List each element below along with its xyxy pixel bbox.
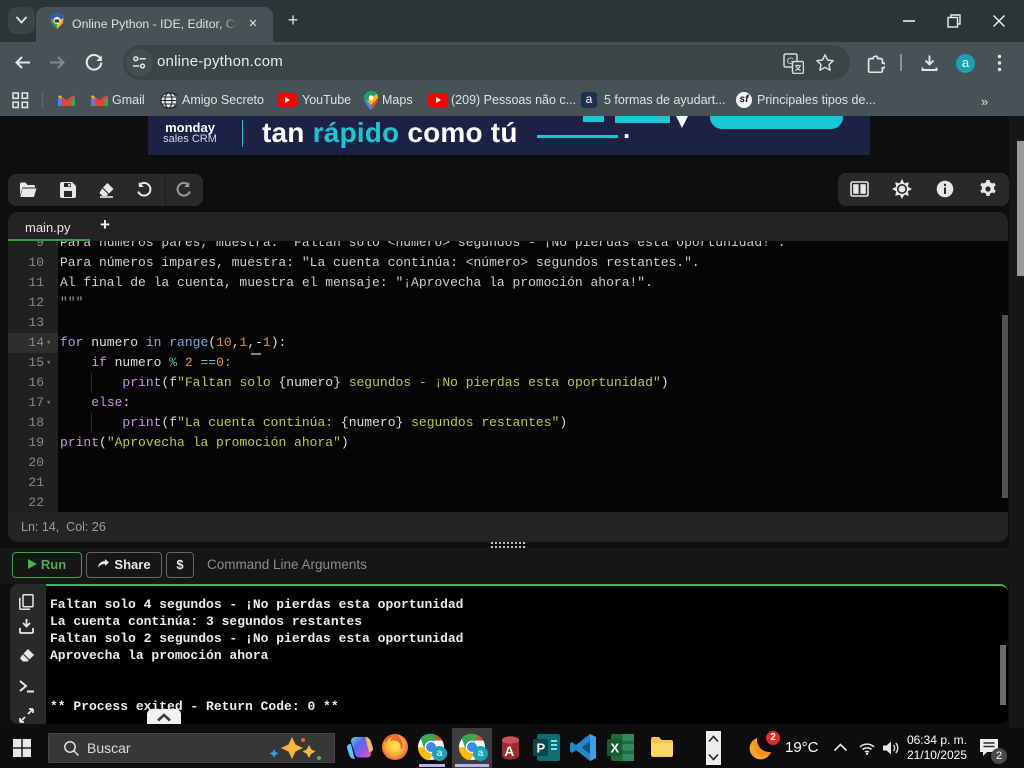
svg-text:A: A bbox=[504, 743, 514, 759]
svg-text:X: X bbox=[611, 741, 620, 756]
svg-text:P: P bbox=[537, 741, 546, 756]
